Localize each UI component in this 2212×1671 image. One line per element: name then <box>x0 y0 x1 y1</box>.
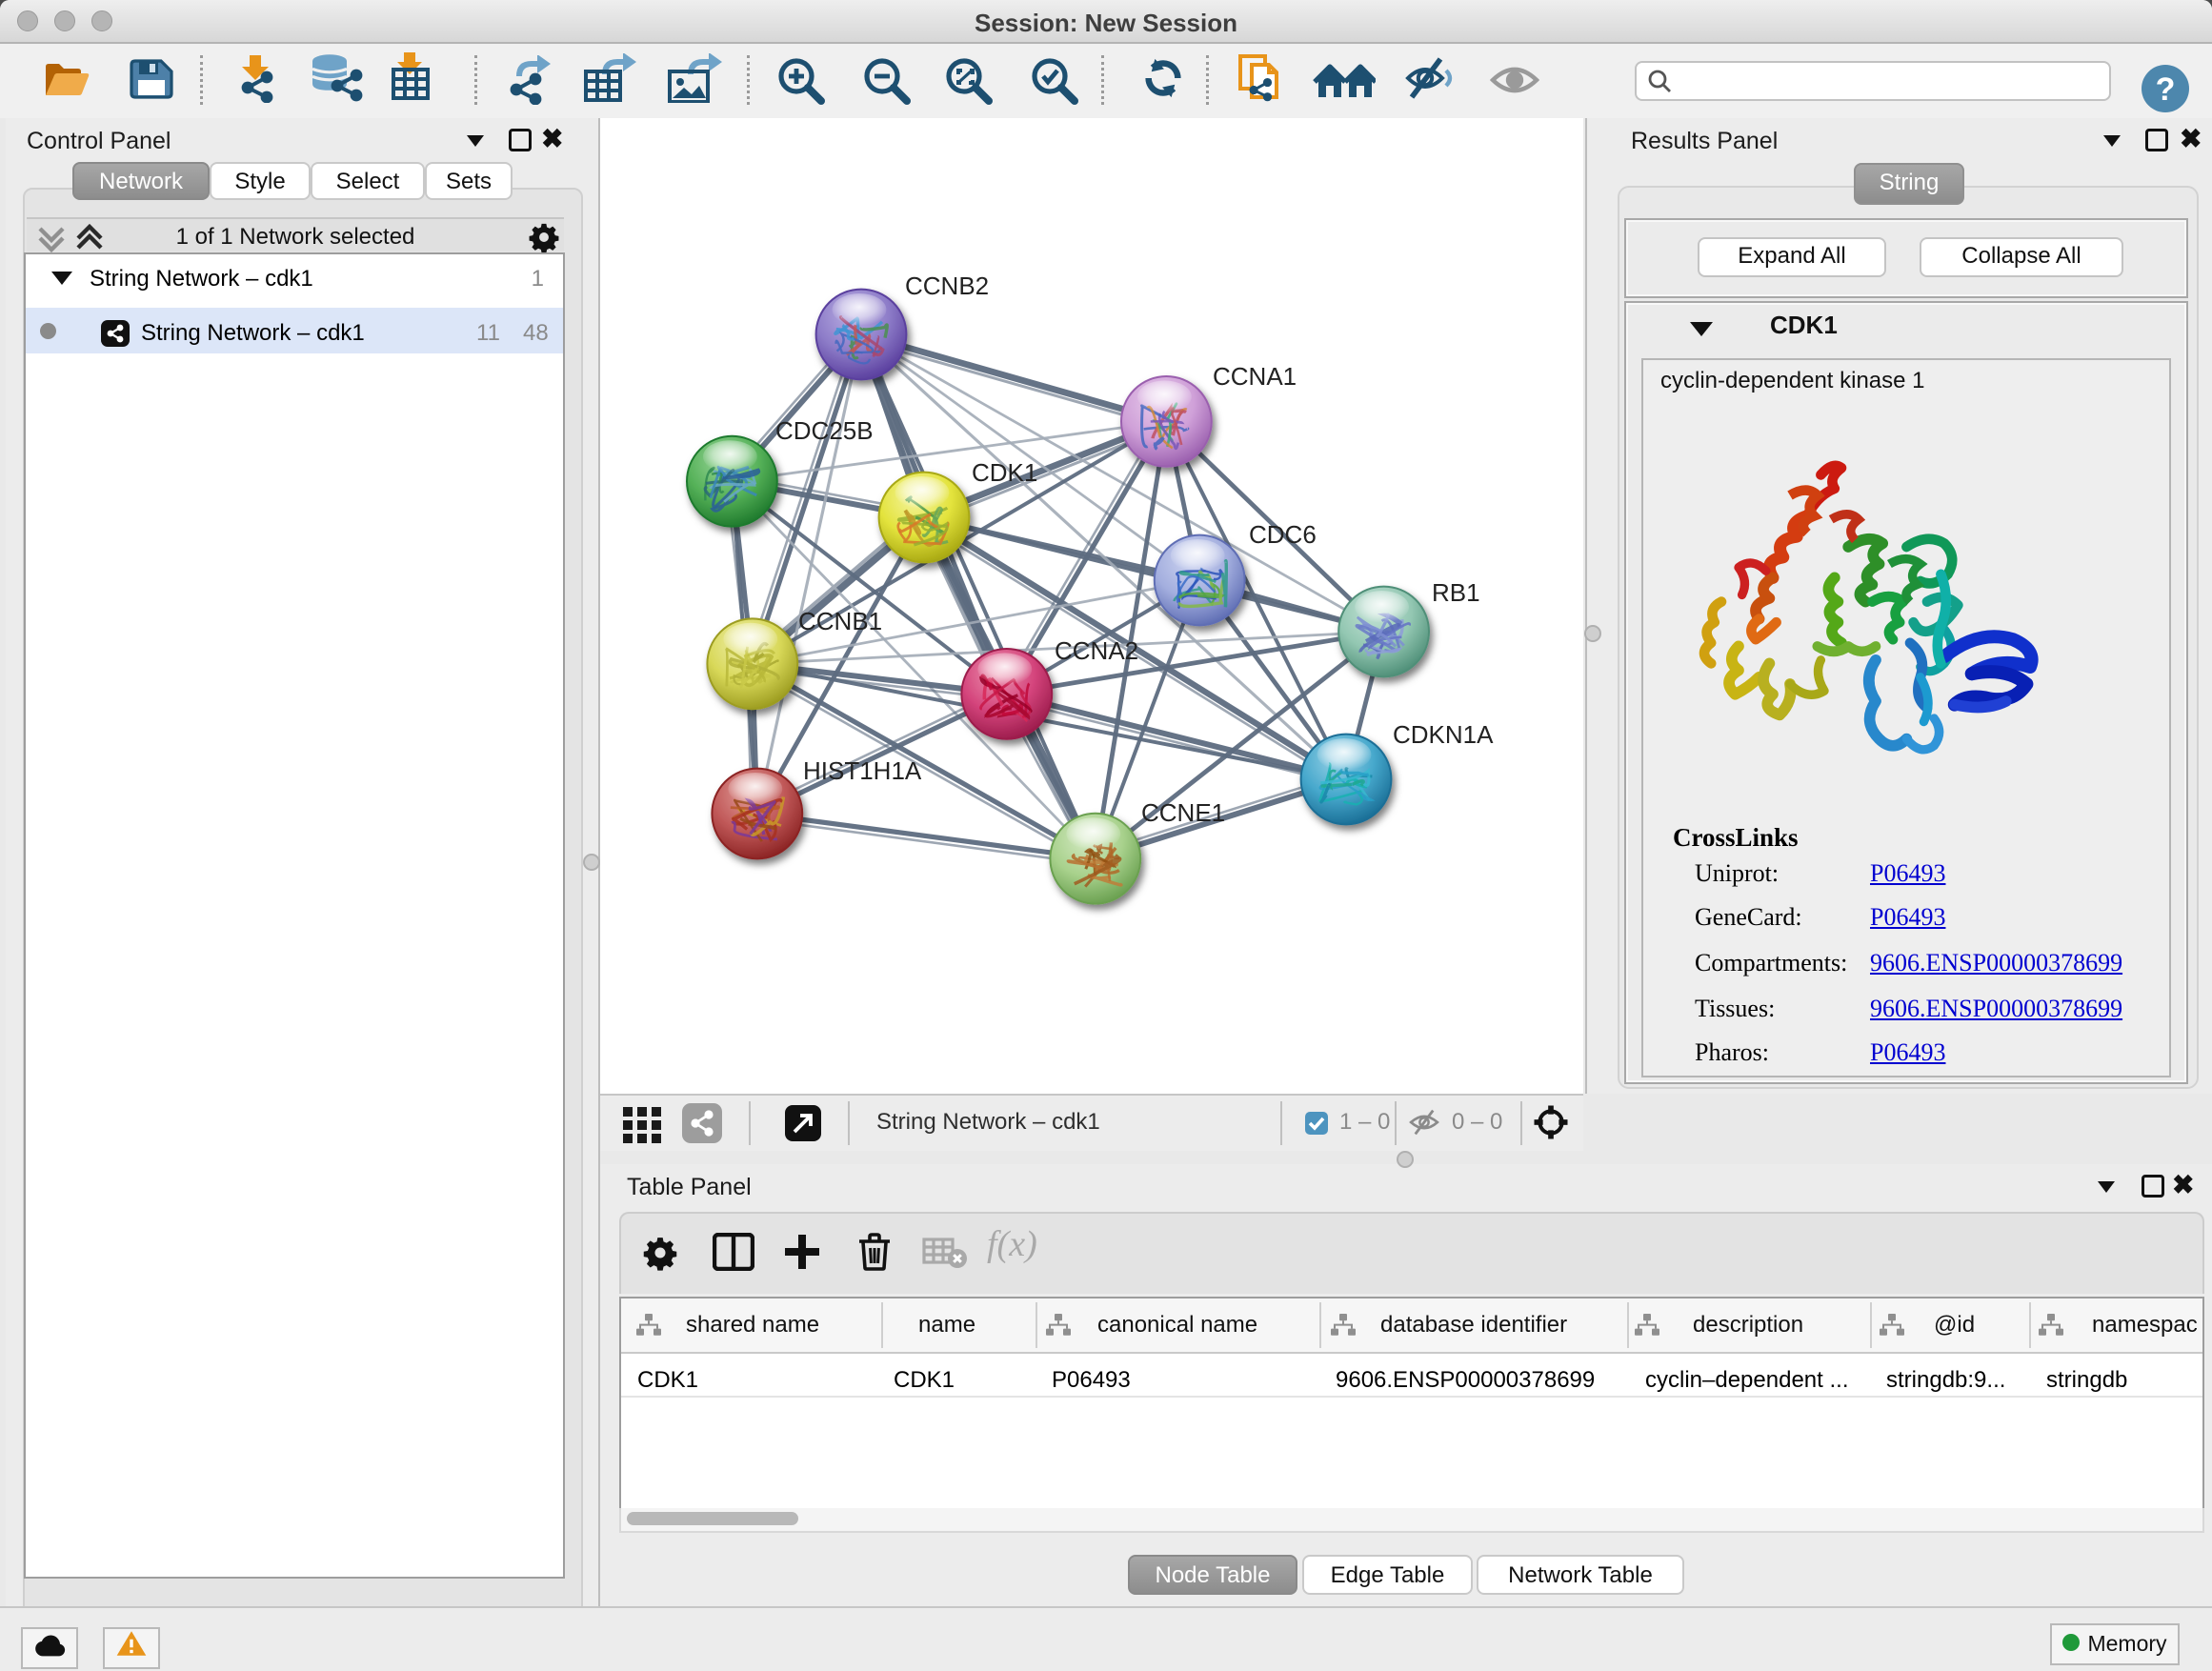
svg-text:HIST1H1A: HIST1H1A <box>803 756 922 785</box>
svg-text:CDK1: CDK1 <box>972 458 1037 487</box>
svg-text:CDKN1A: CDKN1A <box>1393 720 1494 749</box>
svg-text:?: ? <box>2156 71 2176 108</box>
svg-text:CCNE1: CCNE1 <box>1141 798 1225 827</box>
svg-text:CCNB1: CCNB1 <box>798 607 882 635</box>
svg-text:CCNA1: CCNA1 <box>1213 362 1297 391</box>
svg-text:CDC25B: CDC25B <box>775 416 874 445</box>
svg-text:CCNB2: CCNB2 <box>905 272 989 300</box>
svg-text:CDC6: CDC6 <box>1249 520 1317 549</box>
svg-text:CCNA2: CCNA2 <box>1055 636 1138 665</box>
svg-text:RB1: RB1 <box>1432 578 1480 607</box>
